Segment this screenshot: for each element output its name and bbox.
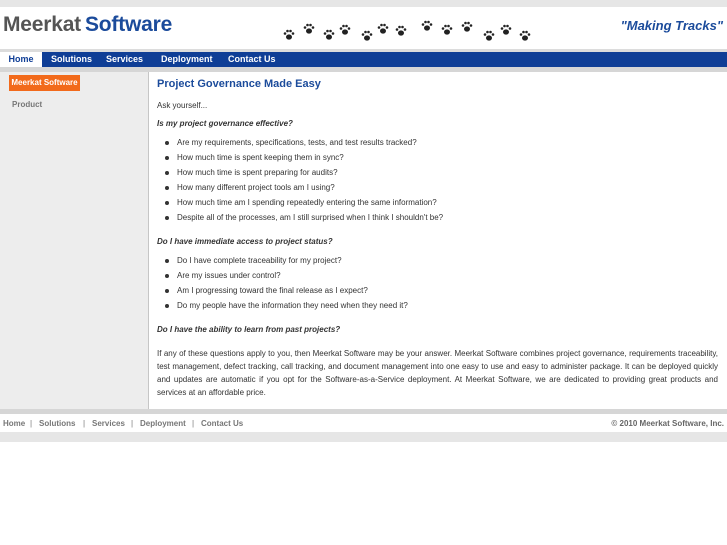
sidebar-item-product[interactable]: Product (12, 100, 42, 109)
copyright-text: © 2010 Meerkat Software, Inc. (611, 419, 724, 428)
paw-print-icon (395, 25, 407, 36)
list-item: Do I have complete traceability for my p… (165, 256, 342, 265)
paw-print-icon (500, 24, 512, 35)
site-footer: Home | Solutions | Services | Deployment… (0, 414, 727, 432)
site-header: Meerkat Software "Making Tracks" (0, 7, 727, 50)
paw-prints-decoration (283, 19, 533, 45)
nav-solutions[interactable]: Solutions (51, 52, 92, 67)
sidebar-item-meerkat-software[interactable]: Meerkat Software (9, 75, 80, 91)
list-item: Do my people have the information they n… (165, 301, 408, 310)
paw-print-icon (323, 29, 335, 40)
sidebar: Meerkat Software Product (0, 72, 149, 409)
bottom-strip (0, 432, 727, 442)
list-item: Am I progressing toward the final releas… (165, 286, 368, 295)
list-item: How much time is spent keeping them in s… (165, 153, 344, 162)
site-slogan: "Making Tracks" (620, 18, 723, 33)
footer-link-solutions[interactable]: Solutions (39, 419, 75, 428)
list-item: Are my requirements, specifications, tes… (165, 138, 417, 147)
paw-print-icon (339, 24, 351, 35)
nav-home[interactable]: Home (0, 52, 42, 67)
paw-print-icon (483, 30, 495, 41)
paw-print-icon (441, 24, 453, 35)
footer-separator: | (131, 419, 134, 428)
top-strip (0, 0, 727, 7)
paw-print-icon (303, 23, 315, 34)
paw-print-icon (519, 30, 531, 41)
paw-print-icon (461, 21, 473, 32)
nav-contact-us[interactable]: Contact Us (228, 52, 276, 67)
paw-print-icon (421, 20, 433, 31)
list-item: Are my issues under control? (165, 271, 281, 280)
footer-link-home[interactable]: Home (3, 419, 25, 428)
question-heading: Is my project governance effective? (157, 119, 293, 128)
page-title: Project Governance Made Easy (157, 78, 321, 90)
site-logo[interactable]: Meerkat Software (3, 13, 172, 37)
footer-link-deployment[interactable]: Deployment (140, 419, 186, 428)
footer-link-contact-us[interactable]: Contact Us (201, 419, 243, 428)
question-heading: Do I have immediate access to project st… (157, 237, 333, 246)
footer-separator: | (83, 419, 86, 428)
question-heading: Do I have the ability to learn from past… (157, 325, 341, 334)
paw-print-icon (361, 30, 373, 41)
nav-deployment[interactable]: Deployment (161, 52, 213, 67)
main-area: Meerkat Software Product Project Governa… (0, 72, 727, 409)
nav-services[interactable]: Services (106, 52, 143, 67)
paw-print-icon (377, 23, 389, 34)
main-nav: Home Solutions Services Deployment Conta… (0, 52, 727, 67)
list-item: How much time am I spending repeatedly e… (165, 198, 437, 207)
intro-text: Ask yourself... (157, 101, 208, 110)
list-item: How many different project tools am I us… (165, 183, 335, 192)
list-item: How much time is spent preparing for aud… (165, 168, 338, 177)
footer-link-services[interactable]: Services (92, 419, 125, 428)
closing-paragraph: If any of these questions apply to you, … (157, 349, 718, 397)
footer-separator: | (30, 419, 33, 428)
paw-print-icon (283, 29, 295, 40)
footer-separator: | (192, 419, 195, 428)
logo-software: Software (84, 13, 173, 36)
logo-meerkat: Meerkat (3, 13, 81, 36)
list-item: Despite all of the processes, am I still… (164, 213, 444, 222)
